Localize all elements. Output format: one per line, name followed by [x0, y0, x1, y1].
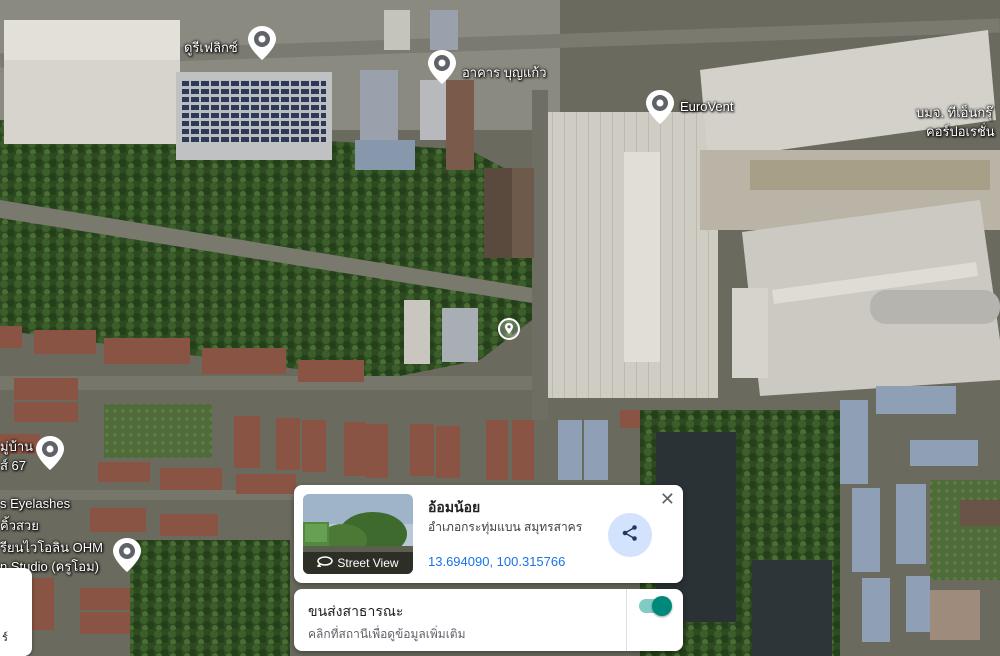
- place-label-corp[interactable]: บมจ. ทีเอ็นกรุ๊: [916, 102, 992, 123]
- public-transit-card: ขนส่งสาธารณะ คลิกที่สถานีเพื่อดูข้อมูลเพ…: [294, 589, 683, 651]
- transit-subtitle: คลิกที่สถานีเพื่อดูข้อมูลเพิ่มเติม: [308, 627, 466, 641]
- map-pin-icon[interactable]: [113, 538, 141, 572]
- place-label-eyelashes[interactable]: s Eyelashes: [0, 496, 70, 511]
- place-label-corp-line2[interactable]: คอร์ปอเรชั่น: [926, 121, 995, 142]
- street-view-label: Street View: [337, 556, 399, 570]
- place-name: อ้อมน้อย: [428, 499, 481, 515]
- place-coordinates[interactable]: 13.694090, 100.315766: [428, 554, 565, 569]
- rotate-360-icon: [316, 552, 334, 574]
- dropped-pin-icon[interactable]: [498, 318, 520, 340]
- transit-toggle[interactable]: [639, 596, 672, 616]
- map-pin-icon[interactable]: [428, 50, 456, 84]
- close-icon[interactable]: ✕: [660, 489, 675, 510]
- share-icon: [621, 524, 639, 547]
- place-label-durifelix[interactable]: ดูรีเฟลิกซ์: [184, 37, 238, 58]
- transit-title: ขนส่งสาธารณะ: [308, 603, 404, 619]
- place-label-eurovent[interactable]: EuroVent: [680, 99, 734, 114]
- map-pin-icon[interactable]: [248, 26, 276, 60]
- map-pin-icon[interactable]: [646, 90, 674, 124]
- divider: [626, 589, 627, 651]
- share-button[interactable]: [608, 513, 652, 557]
- place-label-violin[interactable]: รียนไวโอลิน OHM: [0, 537, 103, 558]
- place-label-boonkaew[interactable]: อาคาร บุญแก้ว: [462, 62, 547, 83]
- map-layers-button[interactable]: ร์: [0, 568, 32, 656]
- place-label-village-line2[interactable]: ส์ 67: [0, 455, 26, 476]
- map-pin-icon[interactable]: [36, 436, 64, 470]
- street-view-label-bar: Street View: [303, 552, 413, 574]
- place-address: อำเภอกระทุ่มแบน สมุทรสาคร: [428, 520, 583, 534]
- place-info-card: Street View อ้อมน้อย อำเภอกระทุ่มแบน สมุ…: [294, 485, 683, 583]
- place-label-eyelashes-line2[interactable]: คิ้วสวย: [0, 515, 39, 536]
- street-view-thumbnail[interactable]: Street View: [303, 494, 413, 574]
- layers-label: ร์: [2, 632, 8, 644]
- toggle-knob: [652, 596, 672, 616]
- place-label-village[interactable]: มู่บ้าน: [0, 436, 33, 457]
